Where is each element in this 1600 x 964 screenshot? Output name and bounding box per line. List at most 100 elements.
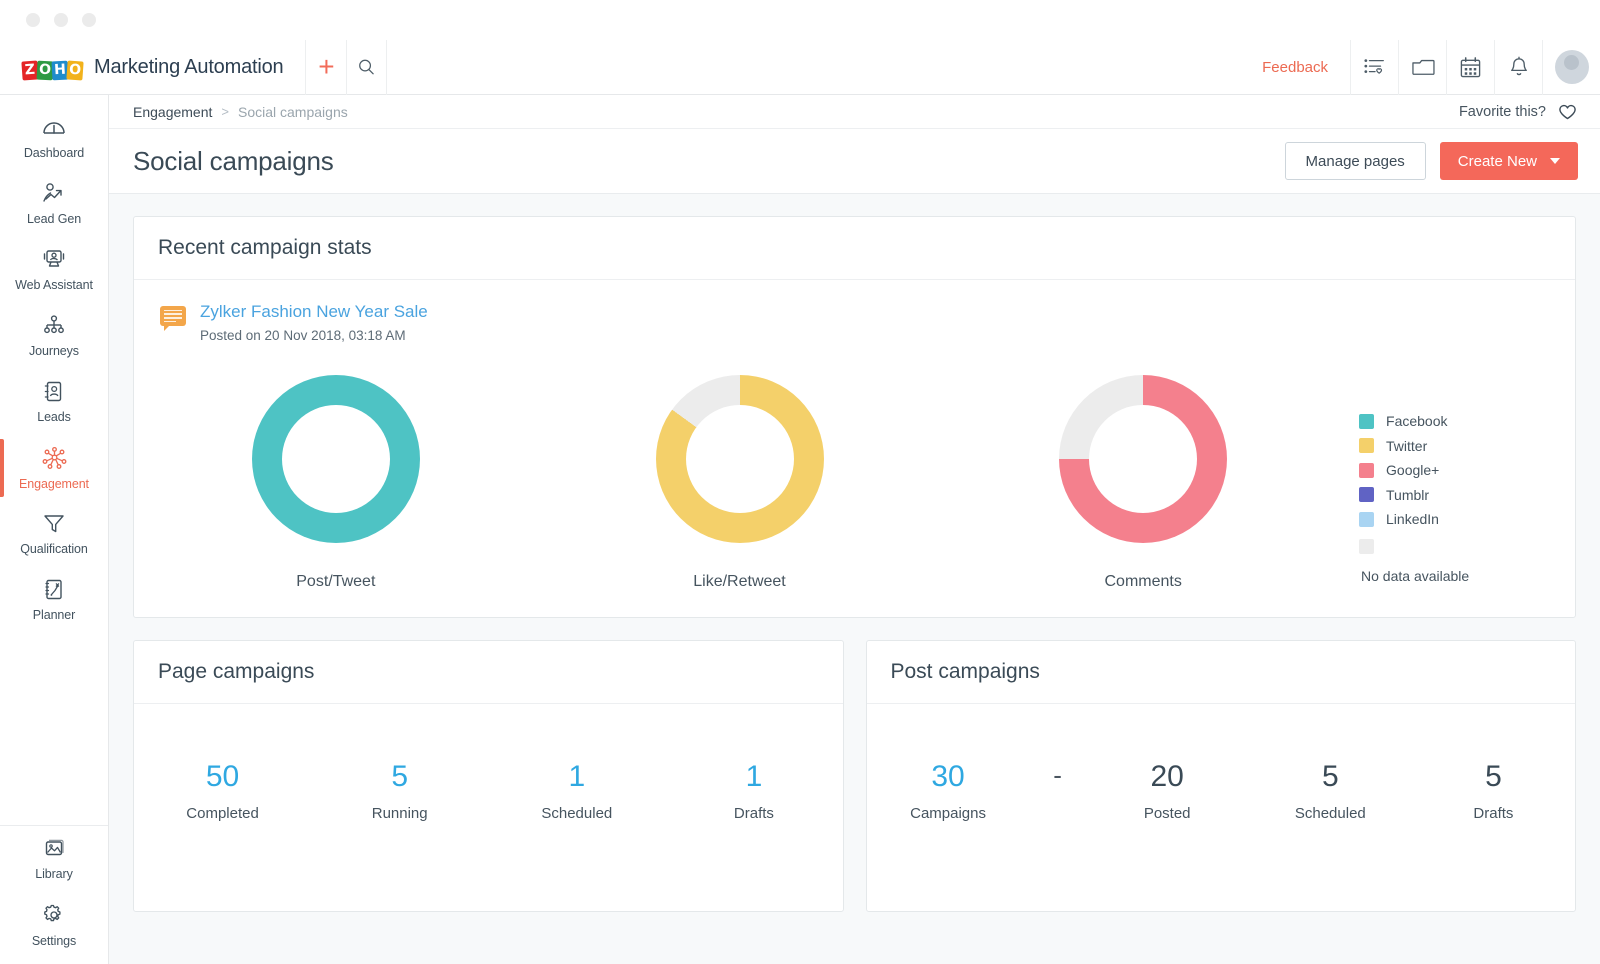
- dashboard-content: Recent campaign stats Zylker Fashion New…: [109, 194, 1600, 964]
- page-header: Social campaigns Manage pages Create New: [109, 129, 1600, 194]
- metric-scheduled[interactable]: 1 Scheduled: [488, 762, 665, 822]
- campaign-name-link[interactable]: Zylker Fashion New Year Sale: [200, 302, 428, 322]
- journeys-icon: [41, 314, 67, 337]
- metric-scheduled[interactable]: 5 Scheduled: [1249, 762, 1412, 822]
- top-bar: ZOHO Marketing Automation + Feedback: [0, 40, 1600, 95]
- sidebar-item-label: Journeys: [29, 344, 79, 358]
- sidebar-item-journeys[interactable]: Journeys: [0, 303, 108, 369]
- metric-value: 30: [931, 762, 964, 792]
- legend-item-tumblr[interactable]: Tumblr: [1359, 483, 1575, 508]
- no-data-label: No data available: [1361, 568, 1575, 584]
- metric-value: 5: [391, 762, 408, 792]
- metric-label: Completed: [186, 805, 259, 822]
- metric-value: 5: [1322, 762, 1339, 792]
- sidebar-item-planner[interactable]: Planner: [0, 567, 108, 633]
- sidebar-primary-nav: Dashboard Lead Gen: [0, 95, 108, 633]
- sidebar-item-dashboard[interactable]: Dashboard: [0, 105, 108, 171]
- app-title: Marketing Automation: [94, 56, 283, 79]
- sidebar-item-label: Leads: [37, 410, 71, 424]
- notifications-button[interactable]: [1494, 40, 1542, 95]
- separator-dash: -: [1053, 762, 1062, 788]
- sidebar-item-label: Engagement: [19, 477, 89, 491]
- zoho-logo: ZOHO: [22, 54, 83, 80]
- metric-value: 1: [568, 762, 585, 792]
- legend-item-facebook[interactable]: Facebook: [1359, 409, 1575, 434]
- avatar: [1555, 50, 1589, 84]
- favorite-label: Favorite this?: [1459, 104, 1546, 120]
- add-button[interactable]: +: [305, 40, 346, 95]
- brand[interactable]: ZOHO Marketing Automation: [0, 54, 283, 80]
- metric-label: Running: [372, 805, 428, 822]
- breadcrumb-parent[interactable]: Engagement: [133, 104, 212, 120]
- legend-label: Tumblr: [1386, 487, 1429, 503]
- sidebar-item-leads[interactable]: Leads: [0, 369, 108, 435]
- sidebar-item-label: Dashboard: [24, 146, 84, 160]
- feedback-button[interactable]: Feedback: [1240, 40, 1350, 95]
- page-campaigns-metrics: 50 Completed 5 Running 1 Scheduled 1: [134, 704, 843, 822]
- donut-chart-comments: Comments: [941, 375, 1345, 591]
- metric-label: Scheduled: [541, 805, 612, 822]
- donut-label: Comments: [1105, 573, 1182, 591]
- donut-post-tweet[interactable]: [252, 375, 420, 543]
- page-campaigns-card: Page campaigns 50 Completed 5 Running 1: [133, 640, 844, 912]
- sidebar-item-settings[interactable]: Settings: [0, 892, 108, 958]
- sidebar-item-lead-gen[interactable]: Lead Gen: [0, 171, 108, 237]
- metric-drafts[interactable]: 1 Drafts: [665, 762, 842, 822]
- campaign-summary-cards: Page campaigns 50 Completed 5 Running 1: [133, 640, 1576, 912]
- metric-running[interactable]: 5 Running: [311, 762, 488, 822]
- breadcrumb-current: Social campaigns: [238, 104, 348, 120]
- user-avatar-button[interactable]: [1542, 40, 1600, 95]
- main-content: Engagement > Social campaigns Favorite t…: [109, 95, 1600, 964]
- legend-swatch-no-data: [1359, 539, 1374, 554]
- sidebar-secondary-nav: Library Settings: [0, 825, 108, 964]
- donut-comments[interactable]: [1059, 375, 1227, 543]
- window-titlebar: [0, 0, 1600, 40]
- create-new-button[interactable]: Create New: [1440, 142, 1578, 180]
- sidebar-item-library[interactable]: Library: [0, 826, 108, 892]
- calendar-button[interactable]: [1446, 40, 1494, 95]
- legend-item-twitter[interactable]: Twitter: [1359, 434, 1575, 459]
- sidebar-item-engagement[interactable]: Engagement: [0, 435, 108, 501]
- manage-pages-button[interactable]: Manage pages: [1285, 142, 1426, 180]
- legend-swatch: [1359, 512, 1374, 527]
- metric-drafts[interactable]: 5 Drafts: [1412, 762, 1575, 822]
- donut-chart-post-tweet: Post/Tweet: [134, 375, 538, 591]
- page-header-actions: Manage pages Create New: [1285, 142, 1578, 180]
- post-campaigns-metrics: 30 Campaigns - 20 Posted 5 Scheduled: [867, 704, 1576, 822]
- metric-label: Posted: [1144, 805, 1191, 822]
- heart-icon[interactable]: [1557, 102, 1578, 121]
- metric-separator: -: [1030, 762, 1086, 822]
- favorite-control[interactable]: Favorite this?: [1459, 102, 1578, 121]
- metric-value: 1: [746, 762, 763, 792]
- sidebar-item-label: Library: [35, 867, 73, 881]
- sidebar-item-qualification[interactable]: Qualification: [0, 501, 108, 567]
- metric-posted[interactable]: 20 Posted: [1086, 762, 1249, 822]
- window-maximize-dot[interactable]: [82, 13, 96, 27]
- folder-button[interactable]: [1398, 40, 1446, 95]
- recent-campaign-stats-card: Recent campaign stats Zylker Fashion New…: [133, 216, 1576, 618]
- recent-stats-header: Recent campaign stats: [134, 217, 1575, 280]
- gear-icon: [41, 903, 67, 927]
- legend-label: Facebook: [1386, 413, 1447, 429]
- list-favorites-icon: [1363, 56, 1387, 78]
- sidebar-item-web-assistant[interactable]: Web Assistant: [0, 237, 108, 303]
- legend-item-linkedin[interactable]: LinkedIn: [1359, 507, 1575, 532]
- legend-item-googleplus[interactable]: Google+: [1359, 458, 1575, 483]
- metric-label: Scheduled: [1295, 805, 1366, 822]
- donut-like-retweet[interactable]: [656, 375, 824, 543]
- metric-campaigns[interactable]: 30 Campaigns: [867, 762, 1030, 822]
- metric-value: 20: [1151, 762, 1184, 792]
- calendar-icon: [1459, 56, 1482, 79]
- bell-icon: [1508, 56, 1530, 79]
- window-close-dot[interactable]: [26, 13, 40, 27]
- search-button[interactable]: [346, 40, 387, 95]
- donut-label: Post/Tweet: [296, 573, 375, 591]
- leads-icon: [41, 380, 67, 403]
- metric-completed[interactable]: 50 Completed: [134, 762, 311, 822]
- window-minimize-dot[interactable]: [54, 13, 68, 27]
- sidebar-item-label: Planner: [33, 608, 75, 622]
- campaign-posted-date: Posted on 20 Nov 2018, 03:18 AM: [200, 328, 428, 343]
- funnel-icon: [41, 512, 67, 535]
- favorites-list-button[interactable]: [1350, 40, 1398, 95]
- legend-item-no-data: [1359, 535, 1575, 560]
